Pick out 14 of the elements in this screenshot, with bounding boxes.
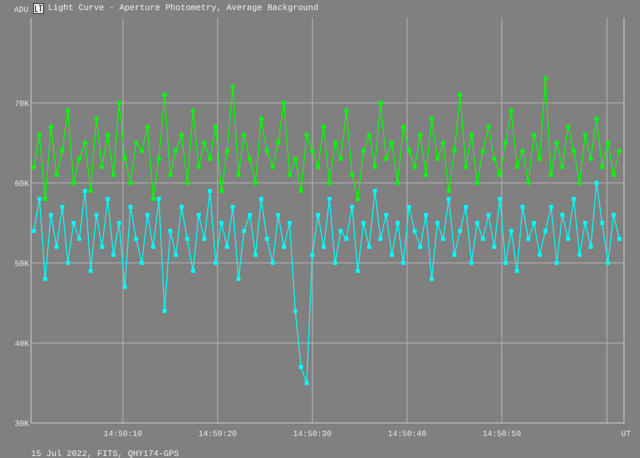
x-axis-label: UT [621, 430, 631, 439]
y-tick-label: 30K [14, 420, 29, 429]
x-tick-label: 14:50:30 [293, 430, 332, 439]
x-tick-label: 14:50:10 [104, 430, 142, 439]
y-tick-label: 60K [14, 180, 29, 189]
x-tick-label: 14:50:50 [482, 430, 521, 439]
y-tick-label: 70K [14, 100, 29, 109]
window-title: Light Curve - Aperture Photometry, Average Background [48, 2, 318, 14]
y-tick-label: 50K [14, 260, 29, 269]
y-tick-label: 40K [14, 340, 29, 349]
x-tick-label: 14:50:40 [388, 430, 426, 439]
footer-text: 15 Jul 2022, FITS, QHY174-GPS [31, 449, 179, 458]
y-axis-label: ADU [14, 6, 28, 15]
x-tick-label: 14:50:20 [198, 430, 237, 439]
